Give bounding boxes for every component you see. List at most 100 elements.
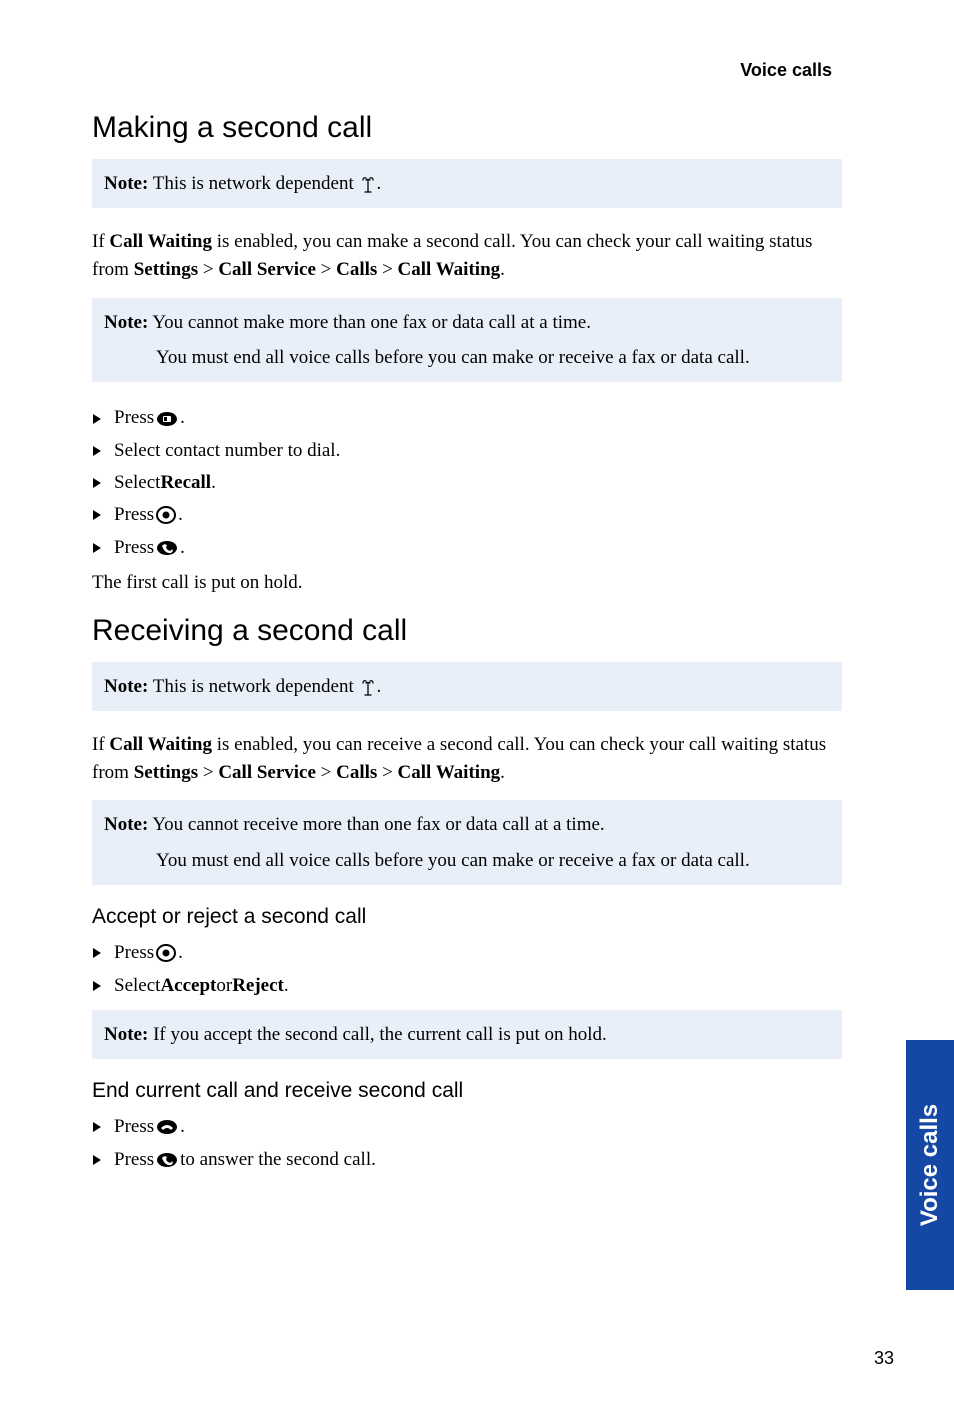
heading-end-receive: End current call and receive second call bbox=[92, 1079, 842, 1103]
period: . bbox=[180, 532, 185, 564]
text: > bbox=[377, 762, 397, 783]
triangle-bullet-icon bbox=[92, 542, 114, 554]
note-fax-data-2: Note: You cannot receive more than one f… bbox=[92, 800, 842, 885]
triangle-bullet-icon bbox=[92, 1121, 114, 1133]
running-head: Voice calls bbox=[92, 60, 842, 81]
period: . bbox=[180, 402, 185, 434]
call-key-icon bbox=[156, 1152, 178, 1168]
step-item: Press to answer the second call. bbox=[92, 1144, 842, 1176]
note-accept-hold: Note: If you accept the second call, the… bbox=[92, 1010, 842, 1059]
step-text: Press bbox=[114, 937, 154, 969]
text-call-waiting: Call Waiting bbox=[109, 231, 212, 252]
antenna-icon bbox=[361, 680, 375, 696]
note-network-dependent-2: Note: This is network dependent . bbox=[92, 662, 842, 711]
triangle-bullet-icon bbox=[92, 980, 114, 992]
note-label: Note: bbox=[104, 814, 148, 835]
text: If bbox=[92, 231, 109, 252]
note-text: This is network dependent bbox=[148, 173, 358, 194]
note-line2: You must end all voice calls before you … bbox=[156, 846, 830, 875]
note-fax-data-1: Note: You cannot make more than one fax … bbox=[92, 298, 842, 383]
step-text: to answer the second call. bbox=[180, 1144, 376, 1176]
period: . bbox=[211, 467, 216, 499]
step-text: Press bbox=[114, 532, 154, 564]
step-text-bold: Reject bbox=[232, 970, 284, 1002]
heading-making-second-call: Making a second call bbox=[92, 111, 842, 145]
text: . bbox=[500, 762, 505, 783]
step-item: Select contact number to dial. bbox=[92, 435, 842, 467]
note-text: If you accept the second call, the curre… bbox=[148, 1024, 606, 1045]
period: . bbox=[178, 499, 183, 531]
step-text-bold: Recall bbox=[160, 467, 211, 499]
note-label: Note: bbox=[104, 676, 148, 697]
triangle-bullet-icon bbox=[92, 1154, 114, 1166]
path-settings: Settings bbox=[134, 259, 198, 280]
path-calls: Calls bbox=[336, 762, 377, 783]
note-label: Note: bbox=[104, 1024, 148, 1045]
step-text: Select bbox=[114, 970, 160, 1002]
section-tab-label: Voice calls bbox=[916, 1104, 944, 1226]
body-paragraph-1: If Call Waiting is enabled, you can make… bbox=[92, 228, 842, 283]
step-text: Press bbox=[114, 1111, 154, 1143]
heading-accept-reject: Accept or reject a second call bbox=[92, 905, 842, 929]
text: If bbox=[92, 734, 109, 755]
contacts-key-icon bbox=[156, 411, 178, 427]
text: > bbox=[377, 259, 397, 280]
path-call-waiting: Call Waiting bbox=[398, 259, 501, 280]
step-item: Press . bbox=[92, 1111, 842, 1143]
step-text: Press bbox=[114, 402, 154, 434]
step-text-bold: Accept bbox=[160, 970, 216, 1002]
note-label: Note: bbox=[104, 173, 148, 194]
path-settings: Settings bbox=[134, 762, 198, 783]
step-text: Select contact number to dial. bbox=[114, 435, 340, 467]
note-label: Note: bbox=[104, 312, 148, 333]
after-steps-text: The first call is put on hold. bbox=[92, 572, 842, 594]
path-call-service: Call Service bbox=[218, 762, 316, 783]
triangle-bullet-icon bbox=[92, 477, 114, 489]
nav-key-icon bbox=[156, 506, 176, 524]
text: > bbox=[316, 762, 336, 783]
step-text: Press bbox=[114, 1144, 154, 1176]
step-text: Select bbox=[114, 467, 160, 499]
triangle-bullet-icon bbox=[92, 509, 114, 521]
note-line2: You must end all voice calls before you … bbox=[156, 343, 830, 372]
end-key-icon bbox=[156, 1119, 178, 1135]
heading-receiving-second-call: Receiving a second call bbox=[92, 614, 842, 648]
steps-end-receive: Press . Press to answer the second call. bbox=[92, 1111, 842, 1176]
section-tab: Voice calls bbox=[906, 1040, 954, 1290]
step-item: Press . bbox=[92, 499, 842, 531]
nav-key-icon bbox=[156, 944, 176, 962]
antenna-icon bbox=[361, 177, 375, 193]
note-network-dependent-1: Note: This is network dependent . bbox=[92, 159, 842, 208]
text: > bbox=[316, 259, 336, 280]
triangle-bullet-icon bbox=[92, 445, 114, 457]
step-item: Select Accept or Reject. bbox=[92, 970, 842, 1002]
step-item: Select Recall. bbox=[92, 467, 842, 499]
steps-accept-reject: Press . Select Accept or Reject. bbox=[92, 937, 842, 1002]
steps-making-call: Press . Select contact number to dial. S… bbox=[92, 402, 842, 563]
step-item: Press . bbox=[92, 532, 842, 564]
period: . bbox=[284, 970, 289, 1002]
path-call-service: Call Service bbox=[218, 259, 316, 280]
step-item: Press . bbox=[92, 402, 842, 434]
text: > bbox=[198, 259, 218, 280]
note-suffix: . bbox=[377, 173, 382, 194]
note-line1: You cannot receive more than one fax or … bbox=[148, 814, 604, 835]
note-suffix: . bbox=[377, 676, 382, 697]
text: > bbox=[198, 762, 218, 783]
body-paragraph-2: If Call Waiting is enabled, you can rece… bbox=[92, 731, 842, 786]
step-text: Press bbox=[114, 499, 154, 531]
text-call-waiting: Call Waiting bbox=[109, 734, 212, 755]
note-line1: You cannot make more than one fax or dat… bbox=[148, 312, 591, 333]
period: . bbox=[180, 1111, 185, 1143]
path-call-waiting: Call Waiting bbox=[398, 762, 501, 783]
note-text: This is network dependent bbox=[148, 676, 358, 697]
step-text: or bbox=[216, 970, 232, 1002]
period: . bbox=[178, 937, 183, 969]
triangle-bullet-icon bbox=[92, 947, 114, 959]
path-calls: Calls bbox=[336, 259, 377, 280]
triangle-bullet-icon bbox=[92, 413, 114, 425]
page-number: 33 bbox=[874, 1348, 894, 1369]
text: . bbox=[500, 259, 505, 280]
step-item: Press . bbox=[92, 937, 842, 969]
call-key-icon bbox=[156, 540, 178, 556]
